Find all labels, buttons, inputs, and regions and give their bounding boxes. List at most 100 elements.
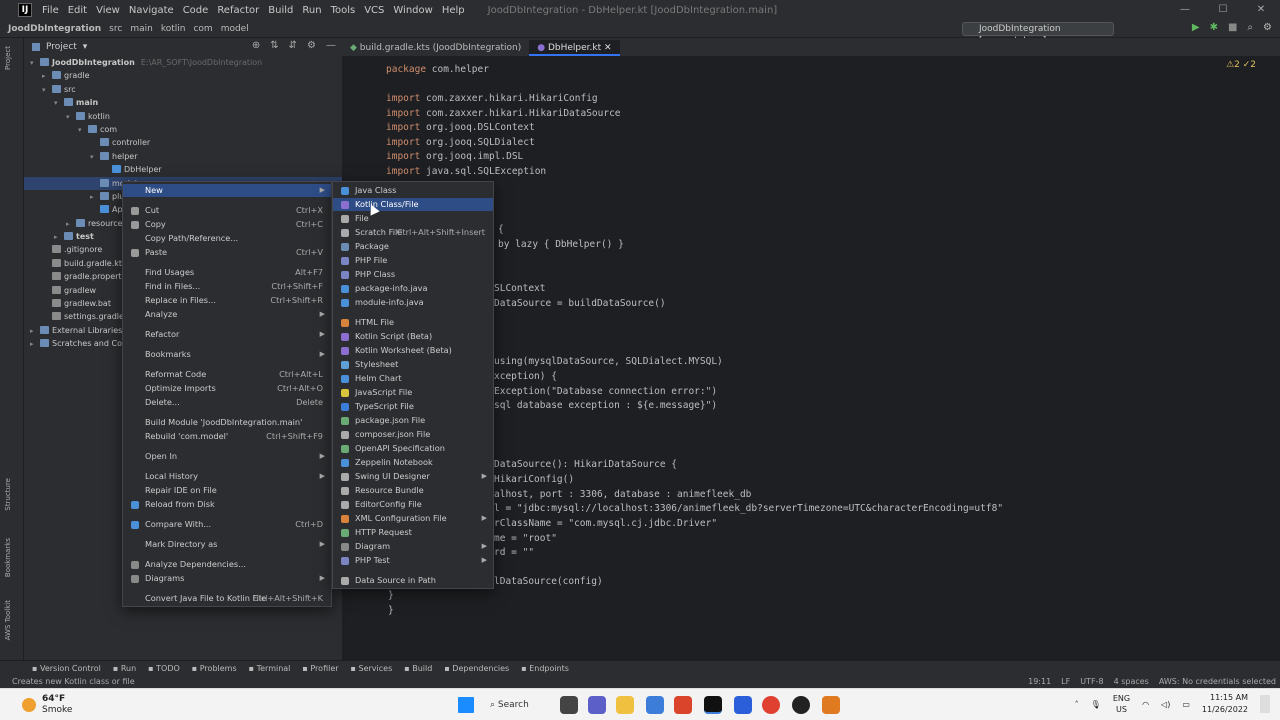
- locate-icon[interactable]: ⊕: [252, 40, 260, 51]
- wifi-icon[interactable]: ◠: [1142, 700, 1149, 709]
- menu-item[interactable]: TypeScript File: [333, 400, 493, 413]
- breadcrumb-item[interactable]: main: [130, 24, 153, 34]
- tool-window-services[interactable]: ▪ Services: [351, 664, 393, 673]
- windows-start-icon[interactable]: [458, 697, 474, 713]
- menu-item[interactable]: Scratch File Ctrl+Alt+Shift+Insert: [333, 226, 493, 239]
- structure-tool-label[interactable]: Structure: [4, 478, 12, 511]
- menu-item[interactable]: module-info.java: [333, 296, 493, 309]
- menu-view[interactable]: View: [96, 5, 120, 16]
- menu-item[interactable]: Analyze Dependencies...: [123, 558, 331, 571]
- breadcrumb-item[interactable]: com: [193, 24, 212, 34]
- menu-code[interactable]: Code: [183, 5, 209, 16]
- menu-item[interactable]: HTTP Request: [333, 526, 493, 539]
- tree-item[interactable]: ▾ main: [24, 96, 342, 109]
- breadcrumb-item[interactable]: src: [109, 24, 122, 34]
- chevron-icon[interactable]: ▾: [90, 151, 100, 164]
- menu-item[interactable]: composer.json File: [333, 428, 493, 441]
- minimize-icon[interactable]: —: [1166, 0, 1204, 20]
- menu-item[interactable]: package.json File: [333, 414, 493, 427]
- aws-credentials[interactable]: AWS: No credentials selected: [1159, 677, 1276, 686]
- tree-item[interactable]: ▸ gradle: [24, 69, 342, 82]
- maximize-icon[interactable]: ☐: [1204, 0, 1242, 20]
- language-indicator[interactable]: ENG US: [1113, 693, 1130, 715]
- menu-item[interactable]: Find Usages Alt+F7: [123, 266, 331, 279]
- menu-item[interactable]: PHP Class: [333, 268, 493, 281]
- menu-item[interactable]: Reload from Disk: [123, 498, 331, 511]
- tool-window-problems[interactable]: ▪ Problems: [192, 664, 237, 673]
- menu-item[interactable]: Mark Directory as ▶: [123, 538, 331, 551]
- tool-window-terminal[interactable]: ▪ Terminal: [249, 664, 291, 673]
- menu-item[interactable]: Diagrams ▶: [123, 572, 331, 585]
- menu-item[interactable]: Data Source in Path: [333, 574, 493, 587]
- project-tool-label[interactable]: Project: [4, 46, 12, 70]
- menu-item[interactable]: File: [333, 212, 493, 225]
- chevron-icon[interactable]: ▸: [54, 231, 64, 244]
- chevron-icon[interactable]: ▸: [66, 218, 76, 231]
- sublime-icon[interactable]: [822, 696, 840, 714]
- microphone-icon[interactable]: 🎙: [1091, 700, 1101, 709]
- menu-item[interactable]: Local History ▶: [123, 470, 331, 483]
- tree-item[interactable]: ▾ helper: [24, 150, 342, 163]
- project-title[interactable]: Project: [46, 42, 77, 52]
- chevron-down-icon[interactable]: ▾: [83, 42, 88, 52]
- tree-item[interactable]: controller: [24, 136, 342, 149]
- menu-vcs[interactable]: VCS: [364, 5, 384, 16]
- line-separator[interactable]: LF: [1061, 677, 1070, 686]
- collapse-all-icon[interactable]: ⇵: [289, 40, 297, 51]
- menu-item[interactable]: Cut Ctrl+X: [123, 204, 331, 217]
- github-desktop-icon[interactable]: [792, 696, 810, 714]
- menu-build[interactable]: Build: [268, 5, 293, 16]
- chevron-icon[interactable]: ▾: [54, 97, 64, 110]
- menu-item[interactable]: New ▶: [123, 184, 331, 197]
- settings-icon[interactable]: ⚙: [1263, 22, 1272, 33]
- menu-item[interactable]: Repair IDE on File: [123, 484, 331, 497]
- menu-item[interactable]: Open In ▶: [123, 450, 331, 463]
- menu-file[interactable]: File: [42, 5, 59, 16]
- close-tab-icon[interactable]: ✕: [601, 43, 612, 53]
- menu-item[interactable]: Paste Ctrl+V: [123, 246, 331, 259]
- menu-item[interactable]: EditorConfig File: [333, 498, 493, 511]
- menu-item[interactable]: Copy Path/Reference...: [123, 232, 331, 245]
- hide-icon[interactable]: —: [326, 40, 336, 51]
- menu-item[interactable]: Diagram ▶: [333, 540, 493, 553]
- menu-item[interactable]: Replace in Files... Ctrl+Shift+R: [123, 294, 331, 307]
- stop-icon[interactable]: ■: [1228, 22, 1237, 33]
- run-configuration-select[interactable]: JoodDbIntegration [generateJooq]: [962, 22, 1114, 46]
- breadcrumb-item[interactable]: model: [221, 24, 249, 34]
- chevron-icon[interactable]: ▾: [66, 111, 76, 124]
- menu-refactor[interactable]: Refactor: [217, 5, 259, 16]
- intellij-taskbar-icon[interactable]: [704, 696, 722, 714]
- chevron-icon[interactable]: ▾: [78, 124, 88, 137]
- store-icon[interactable]: [646, 696, 664, 714]
- tool-window-endpoints[interactable]: ▪ Endpoints: [521, 664, 569, 673]
- tool-window-version-control[interactable]: ▪ Version Control: [32, 664, 101, 673]
- file-explorer-icon[interactable]: [616, 696, 634, 714]
- menu-item[interactable]: Kotlin Worksheet (Beta): [333, 344, 493, 357]
- chrome-icon[interactable]: [762, 696, 780, 714]
- tool-window-run[interactable]: ▪ Run: [113, 664, 136, 673]
- indent-setting[interactable]: 4 spaces: [1114, 677, 1149, 686]
- weather-widget[interactable]: 64°F Smoke: [22, 694, 72, 716]
- menu-item[interactable]: Java Class: [333, 184, 493, 197]
- tool-window-profiler[interactable]: ▪ Profiler: [302, 664, 338, 673]
- search-icon[interactable]: ⌕: [1247, 22, 1253, 33]
- chevron-icon[interactable]: ▾: [30, 57, 40, 70]
- menu-run[interactable]: Run: [302, 5, 321, 16]
- menu-help[interactable]: Help: [442, 5, 465, 16]
- file-encoding[interactable]: UTF-8: [1080, 677, 1103, 686]
- tree-item[interactable]: ▾ src: [24, 83, 342, 96]
- tool-window-todo[interactable]: ▪ TODO: [148, 664, 180, 673]
- chevron-icon[interactable]: ▸: [30, 325, 40, 338]
- menu-item[interactable]: Optimize Imports Ctrl+Alt+O: [123, 382, 331, 395]
- menu-item[interactable]: Convert Java File to Kotlin File Ctrl+Alt…: [123, 592, 331, 605]
- caret-position[interactable]: 19:11: [1028, 677, 1051, 686]
- bookmarks-tool-label[interactable]: Bookmarks: [4, 538, 12, 577]
- battery-icon[interactable]: ▭: [1182, 700, 1190, 709]
- menu-item[interactable]: OpenAPI Specification: [333, 442, 493, 455]
- aws-toolkit-label[interactable]: AWS Toolkit: [4, 600, 12, 640]
- vpn-icon[interactable]: [734, 696, 752, 714]
- menu-item[interactable]: Reformat Code Ctrl+Alt+L: [123, 368, 331, 381]
- chevron-icon[interactable]: ▸: [42, 70, 52, 83]
- menu-item[interactable]: Copy Ctrl+C: [123, 218, 331, 231]
- menu-item[interactable]: Find in Files... Ctrl+Shift+F: [123, 280, 331, 293]
